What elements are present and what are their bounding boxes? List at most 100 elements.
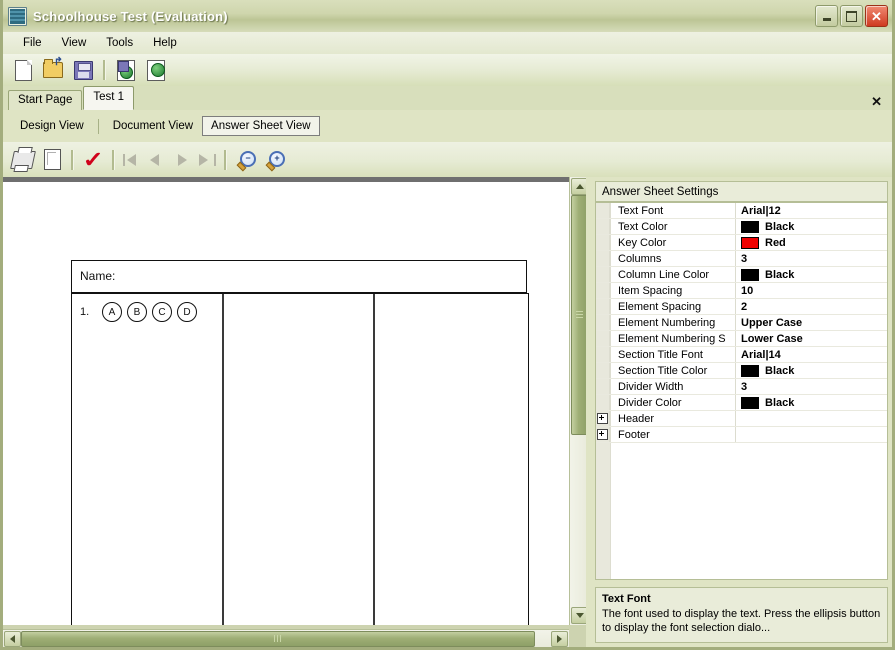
property-value[interactable] [736, 427, 887, 442]
minimize-button[interactable] [815, 5, 838, 27]
property-value-text: 10 [741, 284, 754, 297]
answer-bubble-b[interactable]: B [127, 302, 147, 322]
property-row[interactable]: Text Color Black [596, 219, 887, 235]
property-name: Item Spacing [610, 283, 736, 298]
last-page-button[interactable] [196, 150, 218, 170]
property-value-text: Arial|14 [741, 348, 781, 361]
property-value-text: Upper Case [741, 316, 803, 329]
property-value[interactable]: Black [736, 267, 887, 282]
property-value[interactable]: 3 [736, 251, 887, 266]
answer-key-button[interactable]: ✓ [80, 147, 106, 173]
property-row[interactable]: Key Color Red [596, 235, 887, 251]
printer-icon [10, 150, 36, 169]
property-value[interactable]: Red [736, 235, 887, 250]
property-name: Columns [610, 251, 736, 266]
property-gutter-cell [596, 395, 610, 410]
next-page-icon [178, 153, 187, 166]
scroll-left-button[interactable] [4, 631, 21, 647]
property-value[interactable]: 2 [736, 299, 887, 314]
property-value[interactable]: Arial|14 [736, 347, 887, 362]
tab-start-page[interactable]: Start Page [8, 90, 83, 110]
property-row[interactable]: Section Title Font Arial|14 [596, 347, 887, 363]
color-swatch [741, 236, 759, 249]
color-swatch [741, 220, 759, 233]
scroll-right-button[interactable] [551, 631, 568, 647]
question-row: 1. A B C D [80, 302, 202, 322]
close-button[interactable]: ✕ [865, 5, 888, 27]
menu-item-tools[interactable]: Tools [96, 34, 143, 52]
document-horizontal-scrollbar[interactable] [3, 629, 569, 647]
first-page-button[interactable] [121, 150, 143, 170]
property-value[interactable]: Black [736, 363, 887, 378]
tab-test-1[interactable]: Test 1 [83, 86, 135, 110]
property-name: Text Color [610, 219, 736, 234]
zoom-out-button[interactable]: − [233, 147, 259, 173]
property-row[interactable]: Divider Color Black [596, 395, 887, 411]
property-gutter-cell [596, 331, 610, 346]
property-row[interactable]: Section Title Color Black [596, 363, 887, 379]
toolbar-separator [112, 149, 115, 170]
property-row[interactable]: Footer [596, 427, 887, 443]
property-row[interactable]: Item Spacing 10 [596, 283, 887, 299]
property-value[interactable]: 10 [736, 283, 887, 298]
property-value[interactable]: Upper Case [736, 315, 887, 330]
property-value[interactable]: Lower Case [736, 331, 887, 346]
new-document-button[interactable] [10, 57, 36, 83]
print-preview-button[interactable] [39, 147, 65, 173]
menu-item-file[interactable]: File [13, 34, 52, 52]
preview-toolbar: ✓ − + [3, 142, 892, 178]
property-row[interactable]: Text Font Arial|12 [596, 203, 887, 219]
property-name: Text Font [610, 203, 736, 218]
save-as-web-button[interactable] [113, 57, 139, 83]
next-page-button[interactable] [171, 150, 193, 170]
property-description-pane: Text Font The font used to display the t… [595, 587, 888, 643]
application-window: Schoolhouse Test (Evaluation) ✕ File Vie… [0, 0, 895, 650]
answer-sheet-page: Name: 1. A B C D [3, 182, 569, 625]
color-swatch [741, 268, 759, 281]
zoom-in-button[interactable]: + [262, 147, 288, 173]
property-row[interactable]: Column Line Color Black [596, 267, 887, 283]
view-button-answer-sheet[interactable]: Answer Sheet View [202, 116, 320, 136]
previous-page-button[interactable] [146, 150, 168, 170]
expand-icon[interactable] [596, 411, 610, 426]
answer-sheet-preview[interactable]: Name: 1. A B C D [3, 177, 569, 625]
maximize-button[interactable] [840, 5, 863, 27]
answer-bubble-a[interactable]: A [102, 302, 122, 322]
property-row[interactable]: Element Numbering S Lower Case [596, 331, 887, 347]
view-separator [97, 118, 99, 134]
menu-bar: File View Tools Help [3, 32, 892, 55]
title-bar: Schoolhouse Test (Evaluation) ✕ [3, 0, 892, 33]
property-grid[interactable]: Text Font Arial|12 Text Color Black Key Colo… [595, 202, 888, 580]
horizontal-scroll-thumb[interactable] [21, 631, 535, 647]
window-controls: ✕ [815, 5, 888, 27]
save-button[interactable] [70, 57, 96, 83]
property-value[interactable]: Black [736, 395, 887, 410]
publish-web-button[interactable] [143, 57, 169, 83]
previous-page-icon [150, 153, 159, 166]
property-row[interactable]: Element Spacing 2 [596, 299, 887, 315]
view-button-design[interactable]: Design View [11, 116, 93, 136]
open-file-button[interactable] [40, 55, 66, 83]
menu-item-help[interactable]: Help [143, 34, 187, 52]
property-value[interactable]: Black [736, 219, 887, 234]
close-tab-icon[interactable]: ✕ [871, 95, 882, 108]
menu-item-view[interactable]: View [52, 34, 97, 52]
property-value[interactable]: 3 [736, 379, 887, 394]
floppy-disk-icon [73, 60, 93, 80]
property-row[interactable]: Header [596, 411, 887, 427]
property-value[interactable] [736, 411, 887, 426]
answer-bubble-d[interactable]: D [177, 302, 197, 322]
property-row[interactable]: Element Numbering Upper Case [596, 315, 887, 331]
property-row[interactable]: Columns 3 [596, 251, 887, 267]
property-value[interactable]: Arial|12 [736, 203, 887, 218]
property-value-text: Black [765, 364, 795, 377]
answer-bubble-c[interactable]: C [152, 302, 172, 322]
property-value-text: Red [765, 236, 786, 249]
properties-panel: Answer Sheet Settings Text Font Arial|12 T… [592, 177, 892, 647]
property-name: Column Line Color [610, 267, 736, 282]
view-button-document[interactable]: Document View [104, 116, 202, 136]
print-button[interactable] [10, 147, 36, 173]
expand-icon[interactable] [596, 427, 610, 442]
first-page-icon [123, 153, 125, 166]
property-row[interactable]: Divider Width 3 [596, 379, 887, 395]
